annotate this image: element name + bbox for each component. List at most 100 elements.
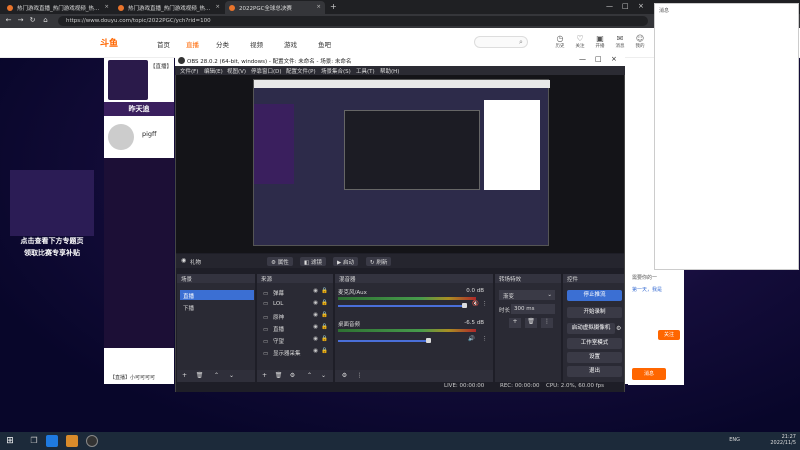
- move-down-button[interactable]: ⌄: [227, 372, 236, 380]
- volume-slider[interactable]: [338, 305, 466, 307]
- menu-edit[interactable]: 编辑(E): [204, 67, 223, 75]
- windows-start-icon[interactable]: ⊞: [4, 435, 16, 447]
- advanced-audio-icon[interactable]: ⚙: [340, 372, 349, 380]
- scene-item-offline[interactable]: 下播: [180, 302, 254, 312]
- follow-action-button[interactable]: 关注: [658, 330, 680, 340]
- transition-menu-button[interactable]: ⋮: [541, 318, 553, 328]
- close-icon[interactable]: ×: [316, 4, 321, 10]
- task-view-icon[interactable]: ❐: [28, 435, 40, 447]
- delete-source-button[interactable]: 🗑: [274, 372, 283, 380]
- room-bottom-label[interactable]: 【直播】小可可可可: [108, 372, 174, 382]
- menu-docks[interactable]: 停靠窗口(D): [251, 67, 282, 75]
- room-thumbnail[interactable]: [108, 60, 148, 100]
- lock-icon[interactable]: 🔒: [321, 324, 328, 330]
- nav-home[interactable]: 首页: [157, 39, 170, 49]
- add-transition-button[interactable]: +: [509, 318, 521, 328]
- lock-icon[interactable]: 🔒: [321, 288, 328, 294]
- speaker-icon[interactable]: 🔊: [468, 336, 475, 342]
- eye-icon[interactable]: ◉: [313, 312, 318, 318]
- obs-titlebar[interactable]: OBS 28.0.2 (64-bit, windows) - 配置文件: 未命名…: [175, 55, 625, 66]
- refresh-button[interactable]: ↻ 刷新: [366, 257, 392, 266]
- minimize-icon[interactable]: —: [579, 55, 586, 63]
- follow-button[interactable]: ♡ 关注: [573, 34, 587, 49]
- volume-slider[interactable]: [338, 340, 428, 342]
- source-item[interactable]: ▭ 弹幕 ◉ 🔒: [260, 288, 330, 297]
- streamer-name[interactable]: pigff: [142, 130, 157, 138]
- properties-button[interactable]: ⚙ 属性: [267, 257, 293, 266]
- volume-knob[interactable]: [426, 338, 431, 343]
- eye-icon[interactable]: ◉: [313, 324, 318, 330]
- menu-file[interactable]: 文件(F): [180, 67, 198, 75]
- edge-browser-icon[interactable]: [46, 435, 58, 447]
- file-explorer-icon[interactable]: [66, 435, 78, 447]
- minimize-icon[interactable]: —: [606, 2, 613, 10]
- delete-scene-button[interactable]: 🗑: [195, 372, 204, 380]
- promo-ad[interactable]: 点击查看下方专题页 领取比赛专享补贴: [0, 170, 104, 270]
- url-input[interactable]: https://www.douyu.com/topic/2022PGC/ych?…: [58, 16, 648, 26]
- nav-fishbar[interactable]: 鱼吧: [318, 39, 331, 49]
- filters-button[interactable]: ◧ 滤镜: [300, 257, 326, 266]
- settings-button[interactable]: 设置: [567, 352, 622, 363]
- user-button[interactable]: ☺ 我的: [633, 34, 647, 49]
- move-up-button[interactable]: ⌃: [212, 372, 221, 380]
- gear-icon[interactable]: ⚙: [616, 325, 621, 332]
- nav-live[interactable]: 直播: [186, 39, 199, 49]
- menu-scene-collection[interactable]: 场景集合(S): [321, 67, 351, 75]
- studio-mode-button[interactable]: 工作室模式: [567, 338, 622, 349]
- maximize-icon[interactable]: □: [595, 55, 602, 63]
- lock-icon[interactable]: 🔒: [321, 348, 328, 354]
- muted-speaker-icon[interactable]: 🔇: [472, 301, 479, 307]
- history-button[interactable]: ◷ 历史: [553, 34, 567, 49]
- eye-icon[interactable]: ◉: [313, 288, 318, 294]
- exit-button[interactable]: 退出: [567, 366, 622, 377]
- source-item[interactable]: ▭ LOL ◉ 🔒: [260, 300, 330, 309]
- menu-help[interactable]: 帮助(H): [380, 67, 399, 75]
- stream-button[interactable]: ▣ 开播: [593, 34, 607, 49]
- transition-select[interactable]: 渐变 ⌄: [499, 290, 555, 300]
- close-icon[interactable]: ×: [611, 55, 617, 63]
- lock-icon[interactable]: 🔒: [321, 336, 328, 342]
- source-item[interactable]: ▭ 原神 ◉ 🔒: [260, 312, 330, 321]
- browser-tab-2[interactable]: 热门游戏直播_热门游戏视频_热... ×: [114, 1, 224, 14]
- lock-icon[interactable]: 🔒: [321, 312, 328, 318]
- activate-button[interactable]: ▶ 启动: [333, 257, 358, 266]
- avatar[interactable]: [108, 124, 134, 150]
- source-item[interactable]: ▭ 直播 ◉ 🔒: [260, 324, 330, 333]
- browser-tab-3[interactable]: 2022PGC全球总决赛 ×: [225, 1, 325, 14]
- scene-item-live[interactable]: 直播: [180, 290, 254, 300]
- start-recording-button[interactable]: 开始录制: [567, 307, 622, 318]
- close-icon[interactable]: ×: [215, 4, 220, 10]
- duration-input[interactable]: 300 ms: [511, 304, 555, 314]
- room-card[interactable]: 【直播】 昨天追 pigff: [104, 58, 174, 384]
- nav-category[interactable]: 分类: [216, 39, 229, 49]
- close-window-icon[interactable]: ×: [638, 2, 644, 10]
- douyu-logo[interactable]: 斗鱼: [100, 36, 136, 50]
- eye-icon[interactable]: ◉: [313, 348, 318, 354]
- message-button[interactable]: ✉ 消息: [613, 34, 627, 49]
- maximize-icon[interactable]: □: [622, 2, 629, 10]
- menu-profile[interactable]: 配置文件(P): [286, 67, 316, 75]
- more-options-icon[interactable]: ⋮: [482, 336, 488, 342]
- volume-knob[interactable]: [462, 303, 467, 308]
- new-tab-button[interactable]: +: [330, 2, 337, 11]
- source-item[interactable]: ▭ 显示器采集 ◉ 🔒: [260, 348, 330, 357]
- popup-window[interactable]: 消息: [654, 3, 799, 270]
- preview-canvas[interactable]: [253, 79, 550, 246]
- eye-icon[interactable]: ◉: [313, 336, 318, 342]
- menu-view[interactable]: 视图(V): [227, 67, 246, 75]
- home-icon[interactable]: ⌂: [41, 16, 50, 25]
- more-options-icon[interactable]: ⋮: [482, 301, 488, 307]
- close-icon[interactable]: ×: [104, 4, 109, 10]
- add-scene-button[interactable]: +: [180, 372, 189, 380]
- search-icon[interactable]: ⌕: [519, 38, 523, 47]
- eye-icon[interactable]: ◉: [313, 300, 318, 306]
- obs-taskbar-icon[interactable]: [86, 435, 98, 447]
- clock-date[interactable]: 2022/11/5: [770, 440, 796, 446]
- stop-streaming-button[interactable]: 停止推流: [567, 290, 622, 301]
- move-up-button[interactable]: ⌃: [305, 372, 314, 380]
- source-item[interactable]: ▭ 守望 ◉ 🔒: [260, 336, 330, 345]
- nav-game[interactable]: 游戏: [284, 39, 297, 49]
- mixer-menu-icon[interactable]: ⋮: [355, 372, 364, 380]
- reload-icon[interactable]: ↻: [28, 16, 37, 25]
- back-icon[interactable]: ←: [4, 16, 13, 25]
